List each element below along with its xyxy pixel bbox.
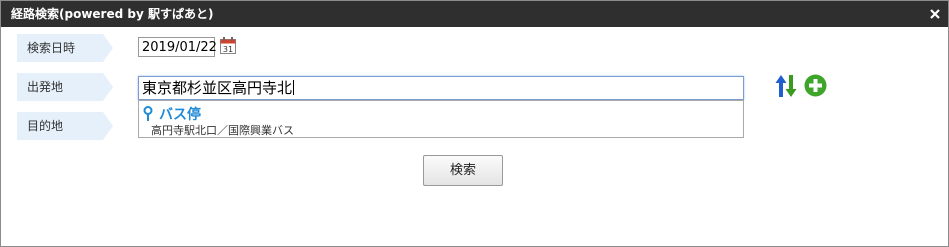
search-button[interactable]: 検索 — [423, 155, 503, 186]
suggestion-category-label: バス停 — [159, 107, 201, 123]
from-value: 東京都杉並区高円寺北 — [142, 79, 293, 97]
suggestion-item[interactable]: 高円寺駅北口／国際興業バス — [151, 122, 294, 138]
dialog-titlebar: 経路検索(powered by 駅すぱあと) — [1, 1, 948, 27]
swap-arrows-icon[interactable] — [775, 74, 797, 98]
calendar-icon[interactable]: 31 — [220, 37, 236, 54]
text-caret — [293, 80, 295, 95]
from-label: 出発地 — [17, 73, 113, 101]
date-label: 検索日時 — [17, 34, 113, 62]
suggestion-dropdown: バス停 高円寺駅北口／国際興業バス — [138, 100, 744, 138]
date-field[interactable]: 2019/01/22 — [138, 37, 217, 57]
dialog-title: 経路検索(powered by 駅すぱあと) — [11, 7, 214, 21]
map-pin-icon — [143, 106, 153, 121]
from-field[interactable]: 東京都杉並区高円寺北 — [138, 76, 744, 100]
calendar-day: 31 — [223, 45, 233, 54]
route-search-dialog: 経路検索(powered by 駅すぱあと) 検索日時 2019/01/22 3… — [0, 0, 949, 247]
add-circle-icon[interactable] — [804, 74, 827, 97]
suggestion-category: バス停 — [143, 104, 201, 124]
close-icon[interactable] — [928, 1, 942, 27]
to-label: 目的地 — [17, 112, 113, 140]
